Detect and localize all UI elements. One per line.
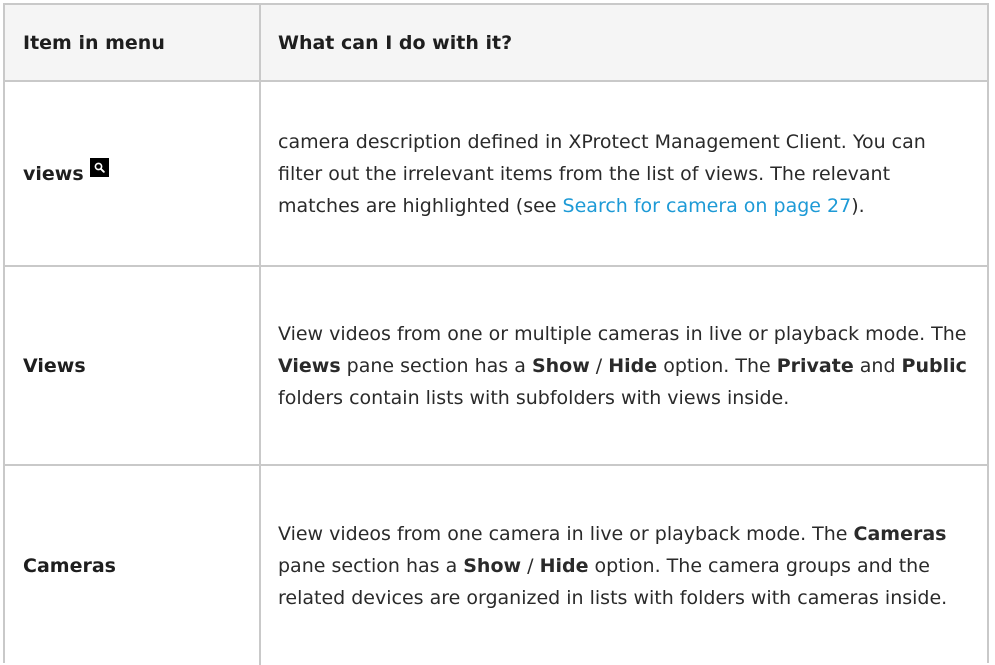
description-text: folders contain lists with subfolders wi… — [278, 386, 790, 409]
description-text: option. The — [657, 354, 777, 377]
description-text: pane section has a — [278, 554, 464, 577]
row-description-cell: View videos from one camera in live or p… — [278, 466, 967, 665]
description-text: / — [589, 354, 609, 377]
description-text: / — [521, 554, 540, 577]
header-what-can-i-do: What can I do with it? — [278, 31, 513, 54]
header-item-in-menu: Item in menu — [23, 31, 165, 54]
menu-items-table: Item in menu What can I do with it? view… — [3, 3, 989, 665]
row-description-cell: View videos from one or multiple cameras… — [278, 267, 967, 464]
column-divider — [259, 466, 261, 665]
column-divider — [259, 82, 261, 265]
row-item-cell: Views — [23, 267, 253, 464]
bold-term: Cameras — [853, 522, 947, 545]
bold-term: Show — [463, 554, 522, 577]
description-text: View videos from one camera in live or p… — [278, 522, 854, 545]
row-item-label: Cameras — [23, 554, 116, 577]
search-for-camera-link[interactable]: Search for camera on page 27 — [563, 195, 852, 217]
search-icon — [89, 158, 109, 177]
description-text: View videos from one or multiple cameras… — [278, 322, 967, 345]
description-text: and — [853, 354, 902, 377]
column-divider — [259, 5, 261, 80]
bold-term: Private — [776, 354, 854, 377]
row-description: View videos from one or multiple cameras… — [278, 318, 967, 414]
description-text: pane section has a — [340, 354, 532, 377]
row-item-label: views — [23, 162, 84, 185]
bold-term: Hide — [539, 554, 589, 577]
row-item-cell: Cameras — [23, 466, 253, 665]
table-header-row: Item in menu What can I do with it? — [5, 5, 987, 82]
bold-term: Views — [278, 354, 341, 377]
row-description: View videos from one camera in live or p… — [278, 518, 967, 614]
table-row: views camera description defined in XPro… — [5, 82, 987, 267]
column-divider — [259, 267, 261, 464]
row-item-label: Views — [23, 354, 86, 377]
table-row: Cameras View videos from one camera in l… — [5, 466, 987, 665]
row-description-cell: camera description defined in XProtect M… — [278, 82, 967, 265]
row-item-cell: views — [23, 82, 253, 265]
row-description: camera description defined in XProtect M… — [278, 126, 967, 222]
bold-term: Hide — [608, 354, 658, 377]
bold-term: Show — [531, 354, 590, 377]
description-text: ). — [851, 194, 865, 217]
bold-term: Public — [901, 354, 967, 377]
table-row: Views View videos from one or multiple c… — [5, 267, 987, 466]
